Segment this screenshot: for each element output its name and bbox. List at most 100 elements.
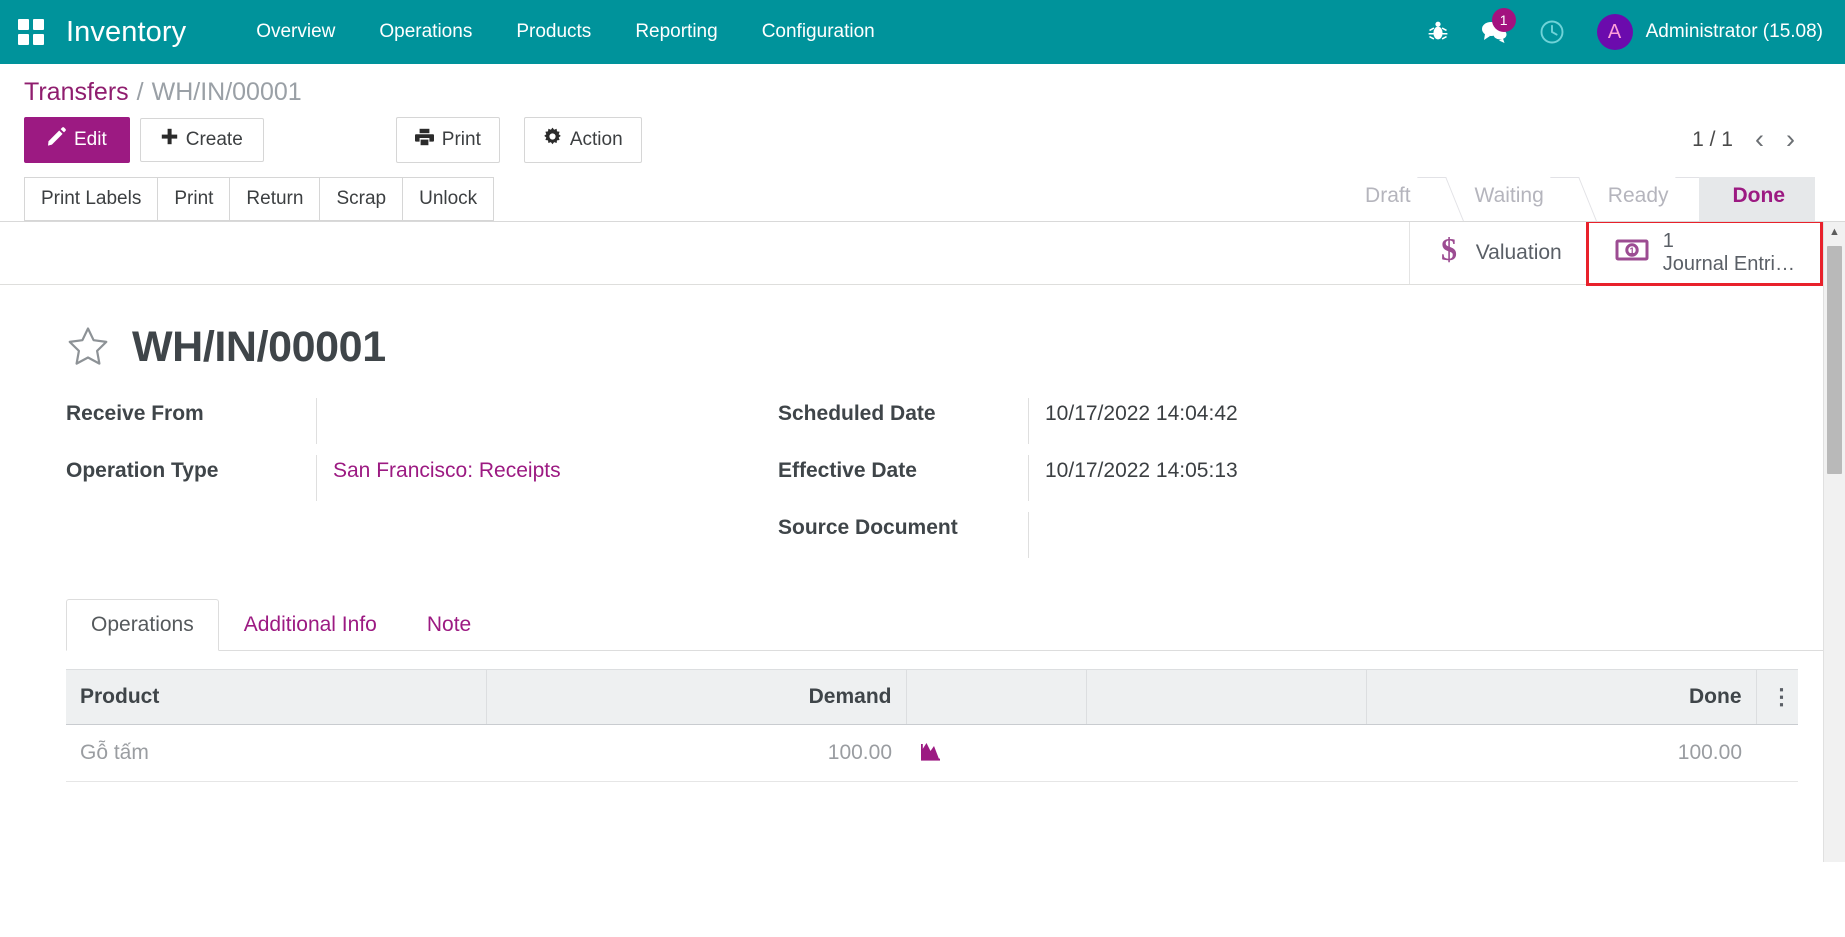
smart-button-valuation[interactable]: $ Valuation bbox=[1408, 221, 1588, 284]
navbar-system-icons: 1 bbox=[1427, 8, 1565, 45]
main-menu: Overview Operations Products Reporting C… bbox=[234, 13, 897, 51]
menu-item-configuration[interactable]: Configuration bbox=[740, 13, 897, 51]
print-labels-button[interactable]: Print Labels bbox=[24, 176, 159, 221]
apps-grid-icon[interactable] bbox=[18, 19, 44, 45]
avatar: A bbox=[1596, 14, 1633, 50]
column-header-done[interactable]: Done bbox=[1366, 668, 1757, 725]
field-effective-date-value[interactable]: 10/17/2022 14:05:13 bbox=[1028, 454, 1478, 501]
svg-text:1: 1 bbox=[1629, 246, 1634, 256]
cell-done[interactable]: 100.00 bbox=[1366, 724, 1756, 782]
field-receive-from-value[interactable] bbox=[316, 397, 778, 444]
tab-additional-info[interactable]: Additional Info bbox=[219, 599, 402, 651]
edit-button[interactable]: Edit bbox=[24, 117, 130, 163]
money-bill-icon: 1 bbox=[1615, 237, 1649, 268]
field-scheduled-date: Scheduled Date 10/17/2022 14:04:42 bbox=[778, 397, 1478, 455]
area-chart-icon[interactable] bbox=[920, 742, 944, 766]
create-button-label: Create bbox=[185, 129, 243, 150]
bug-icon[interactable] bbox=[1427, 20, 1449, 44]
field-scheduled-date-value[interactable]: 10/17/2022 14:04:42 bbox=[1028, 397, 1478, 444]
form-sheet: $ Valuation 1 1 Journal Entri… WH/IN/000… bbox=[0, 221, 1845, 782]
record-title-row: WH/IN/00001 bbox=[0, 285, 1845, 372]
edit-button-label: Edit bbox=[74, 129, 107, 150]
status-pipeline: Draft Waiting Ready Done bbox=[1331, 176, 1845, 221]
app-brand-inventory[interactable]: Inventory bbox=[66, 16, 186, 49]
field-group-left: Receive From Operation Type San Francisc… bbox=[66, 397, 778, 569]
menu-item-reporting[interactable]: Reporting bbox=[613, 13, 739, 51]
cell-demand[interactable]: 100.00 bbox=[486, 724, 906, 782]
status-bar-row: Print Labels Print Return Scrap Unlock D… bbox=[0, 163, 1845, 222]
breadcrumb-root-transfers[interactable]: Transfers bbox=[24, 78, 129, 107]
cell-options bbox=[1756, 724, 1798, 782]
print-dropdown-button[interactable]: Print bbox=[395, 117, 500, 163]
action-button-label: Action bbox=[569, 129, 623, 150]
tab-note[interactable]: Note bbox=[402, 599, 496, 651]
notebook-tabs: Operations Additional Info Note bbox=[66, 598, 1845, 651]
field-source-document-label: Source Document bbox=[778, 515, 958, 539]
record-action-buttons: Print Labels Print Return Scrap Unlock bbox=[24, 176, 495, 221]
menu-item-overview[interactable]: Overview bbox=[234, 13, 357, 51]
user-menu[interactable]: A Administrator (15.08) bbox=[1596, 14, 1823, 50]
pager-count: 1 / 1 bbox=[1692, 127, 1733, 151]
field-groups: Receive From Operation Type San Francisc… bbox=[0, 372, 1845, 569]
control-panel-secondary-actions: Print Action bbox=[395, 117, 642, 163]
field-source-document: Source Document bbox=[778, 511, 1478, 569]
column-header-demand[interactable]: Demand bbox=[486, 668, 907, 725]
scrap-button[interactable]: Scrap bbox=[319, 176, 404, 221]
scrollbar-thumb[interactable] bbox=[1827, 245, 1842, 474]
smart-button-journal-entries-text: 1 Journal Entri… bbox=[1663, 230, 1795, 275]
messages-badge: 1 bbox=[1491, 8, 1516, 32]
operations-lines-table: Product Demand Done ⋮ Gỗ tấm 100.00 100.… bbox=[66, 668, 1798, 782]
breadcrumb-current-record: WH/IN/00001 bbox=[151, 78, 302, 106]
user-name-label: Administrator (15.08) bbox=[1645, 21, 1823, 42]
menu-item-operations[interactable]: Operations bbox=[357, 13, 494, 51]
print-button[interactable]: Print bbox=[157, 176, 231, 221]
menu-item-products[interactable]: Products bbox=[494, 13, 613, 51]
printer-icon bbox=[414, 128, 434, 153]
field-source-document-value[interactable] bbox=[1028, 511, 1478, 558]
clock-icon[interactable] bbox=[1539, 19, 1565, 45]
smart-button-valuation-label: Valuation bbox=[1475, 240, 1562, 264]
vertical-dots-icon[interactable]: ⋮ bbox=[1771, 684, 1793, 709]
return-button[interactable]: Return bbox=[229, 176, 321, 221]
page-title: WH/IN/00001 bbox=[132, 322, 386, 371]
pager-previous-button[interactable]: ‹ bbox=[1755, 126, 1764, 153]
dollar-icon: $ bbox=[1436, 231, 1462, 272]
stage-done[interactable]: Done bbox=[1698, 176, 1815, 221]
print-button-label: Print bbox=[441, 129, 481, 150]
pencil-icon bbox=[47, 127, 66, 153]
scroll-up-arrow-icon[interactable]: ▲ bbox=[1824, 222, 1845, 242]
stage-ready[interactable]: Ready bbox=[1574, 177, 1699, 221]
field-receive-from: Receive From bbox=[66, 397, 778, 455]
smart-button-journal-entries[interactable]: 1 1 Journal Entri… bbox=[1585, 221, 1824, 286]
unlock-button[interactable]: Unlock bbox=[402, 176, 495, 221]
smart-button-bar: $ Valuation 1 1 Journal Entri… bbox=[0, 221, 1845, 286]
field-scheduled-date-label: Scheduled Date bbox=[778, 401, 936, 425]
breadcrumb: Transfers / WH/IN/00001 bbox=[0, 64, 1845, 107]
column-options-toggle[interactable]: ⋮ bbox=[1756, 668, 1798, 725]
field-operation-type-value[interactable]: San Francisco: Receipts bbox=[316, 454, 778, 501]
pager: 1 / 1 ‹ › bbox=[1692, 126, 1821, 153]
breadcrumb-separator: / bbox=[136, 78, 144, 106]
stage-waiting[interactable]: Waiting bbox=[1441, 177, 1574, 221]
field-operation-type-label: Operation Type bbox=[66, 458, 219, 482]
action-dropdown-button[interactable]: Action bbox=[523, 117, 642, 163]
control-panel-buttons: Edit Create Print Action 1 / 1 ‹ › bbox=[0, 107, 1845, 163]
pager-next-button[interactable]: › bbox=[1786, 126, 1795, 153]
smart-button-journal-entries-label: Journal Entri… bbox=[1662, 252, 1795, 275]
table-header-row: Product Demand Done ⋮ bbox=[66, 668, 1798, 725]
smart-button-journal-entries-count: 1 bbox=[1662, 230, 1674, 253]
table-row[interactable]: Gỗ tấm 100.00 100.00 bbox=[66, 724, 1798, 782]
column-header-product[interactable]: Product bbox=[66, 668, 487, 725]
star-icon[interactable] bbox=[66, 323, 110, 372]
stage-draft[interactable]: Draft bbox=[1331, 177, 1441, 221]
messages-icon[interactable]: 1 bbox=[1479, 8, 1516, 45]
status-bar-spacer bbox=[493, 177, 1331, 221]
create-button[interactable]: Create bbox=[139, 118, 264, 162]
cell-product[interactable]: Gỗ tấm bbox=[66, 724, 486, 782]
field-operation-type: Operation Type San Francisco: Receipts bbox=[66, 454, 778, 512]
top-navbar: Inventory Overview Operations Products R… bbox=[0, 0, 1845, 64]
vertical-scrollbar[interactable]: ▲ bbox=[1823, 221, 1845, 862]
column-header-blank bbox=[1086, 668, 1367, 725]
svg-text:$: $ bbox=[1441, 233, 1457, 267]
tab-operations[interactable]: Operations bbox=[66, 598, 219, 651]
